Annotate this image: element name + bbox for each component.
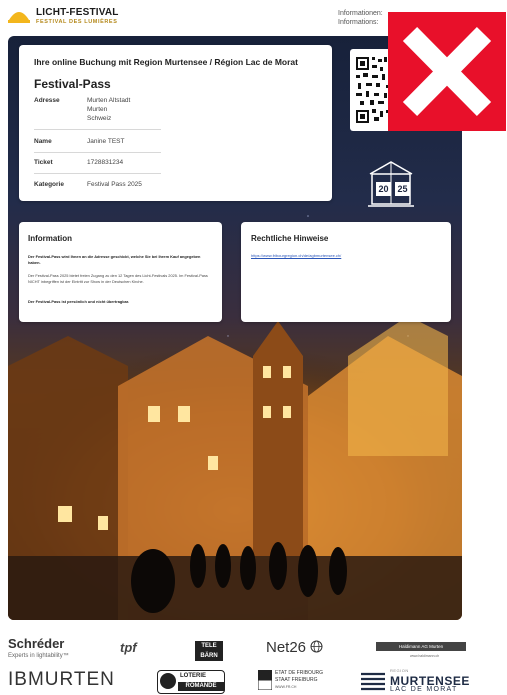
- divider: [34, 152, 161, 153]
- information-title: Information: [28, 234, 72, 243]
- ticket-label: Ticket: [34, 159, 53, 166]
- sponsor-schreder-logo: Schréder: [8, 636, 65, 651]
- sponsor-haldimann-url: www.haldimann.ch: [410, 654, 440, 658]
- name-label: Name: [34, 138, 52, 145]
- information-paragraph-3: Der Festival-Pass ist persönlich und nic…: [28, 299, 130, 304]
- sponsor-ibmurten-logo: IBMURTEN: [8, 669, 115, 690]
- information-paragraph-2: Der Festival-Pass 2025 bietet freien Zug…: [28, 273, 208, 285]
- loterie-line-2: ROMANDE: [178, 682, 224, 691]
- ticket-value: 1728831234: [87, 159, 124, 166]
- close-button[interactable]: [388, 12, 506, 131]
- brand-subtitle: FESTIVAL DES LUMIÈRES: [36, 19, 118, 25]
- sponsor-net26-logo: Net26: [266, 639, 323, 656]
- murtensee-line-2: LAC DE MORAT: [390, 686, 458, 693]
- loterie-circle-icon: [160, 673, 176, 689]
- telebaern-line-1: TELE: [201, 643, 217, 649]
- information-card: Information Der Festival-Pass wird Ihnen…: [19, 222, 222, 322]
- pass-title: Festival-Pass: [34, 77, 111, 91]
- net26-text: Net26: [266, 639, 307, 656]
- sponsor-telebaern-logo: TELE BÄRN: [195, 641, 223, 661]
- sponsor-haldimann-logo: Haldimann AG Murten: [376, 642, 466, 651]
- category-value: Festival Pass 2025: [87, 181, 142, 188]
- name-value: Janine TEST: [87, 138, 125, 145]
- legal-card: Rechtliche Hinweise https://www.fribourg…: [241, 222, 451, 322]
- header-info-de: Informationen:: [338, 10, 383, 17]
- murtensee-waves-icon: [361, 672, 385, 691]
- address-line-2: Murten: [87, 106, 108, 113]
- address-line-1: Murten Altstadt: [87, 97, 131, 104]
- address-label: Adresse: [34, 97, 60, 104]
- legal-terms-link[interactable]: https://www.fribourgregion.ch/de/agbmurt…: [251, 253, 341, 258]
- telebaern-line-2: BÄRN: [200, 653, 218, 659]
- booking-title: Ihre online Buchung mit Region Murtensee…: [34, 57, 298, 67]
- brand-title: LICHT-FESTIVAL: [36, 7, 119, 18]
- badge-year-right: 25: [395, 182, 410, 196]
- fribourg-line-3: WWW.FR.CH: [275, 685, 297, 689]
- close-x-icon: [402, 26, 492, 117]
- fribourg-line-2: STAAT FREIBURG: [275, 677, 318, 683]
- category-label: Kategorie: [34, 181, 64, 188]
- information-paragraph-1: Der Festival-Pass wird Ihnen an die Adre…: [28, 254, 201, 266]
- legal-title: Rechtliche Hinweise: [251, 234, 329, 243]
- loterie-line-1: LOTERIE: [180, 673, 207, 679]
- licht-festival-logo-icon: [8, 12, 30, 23]
- divider: [34, 173, 161, 174]
- fribourg-crest-icon: [258, 670, 272, 690]
- sponsor-tpf-logo: tpf: [120, 640, 137, 655]
- net26-globe-icon: [310, 640, 323, 653]
- murtensee-region-label: REGION: [390, 668, 409, 673]
- sponsor-schreder-tagline: Experts in lightability™: [8, 653, 69, 659]
- fribourg-line-1: ETAT DE FRIBOURG: [275, 670, 324, 676]
- booking-card: Ihre online Buchung mit Region Murtensee…: [19, 45, 332, 201]
- header-info-fr: Informations:: [338, 19, 379, 26]
- divider: [34, 129, 161, 130]
- address-line-3: Schweiz: [87, 115, 112, 122]
- badge-year-left: 20: [376, 182, 391, 196]
